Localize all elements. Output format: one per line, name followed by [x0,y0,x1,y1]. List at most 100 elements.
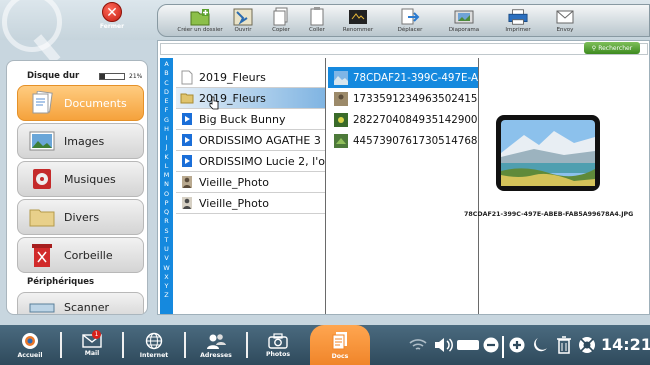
list-item[interactable]: Big Buck Bunny [176,109,326,130]
alphabet-letter[interactable]: P [165,199,169,208]
list-item[interactable]: 2019_Fleurs [176,67,326,88]
close-icon: ✕ [102,2,122,22]
taskbar-home[interactable]: Accueil [0,325,60,365]
alphabet-letter[interactable]: K [164,153,168,162]
clock: 14:21 [601,335,650,354]
sidebar-item-label: Documents [64,96,127,110]
list-item[interactable]: ORDISSIMO AGATHE 3 [176,130,326,151]
file-name: Big Buck Bunny [199,112,286,126]
sidebar-item-images[interactable]: Images [17,123,144,159]
list-item[interactable]: ORDISSIMO Lucie 2, l'o [176,151,326,172]
alphabet-letter[interactable]: H [164,125,169,134]
create-folder-label: Créer un dossier [177,27,223,33]
alphabet-letter[interactable]: Q [164,208,169,217]
taskbar-label: Photos [265,350,291,358]
taskbar-mail[interactable]: 1 Mail [62,325,122,365]
alphabet-letter[interactable]: D [164,88,169,97]
taskbar-contacts[interactable]: Adresses [186,325,246,365]
alphabet-letter[interactable]: X [164,273,168,282]
sidebar-item-misc[interactable]: Divers [17,199,144,235]
zoom-in-icon[interactable] [508,336,526,354]
send-button[interactable]: Envoy [550,5,580,38]
slideshow-button[interactable]: Diaporama [444,5,484,38]
list-item[interactable]: 44573907617305147681 [328,130,478,151]
create-folder-button[interactable]: Créer un dossier [172,5,228,38]
alphabet-letter[interactable]: E [164,97,168,106]
moon-icon[interactable] [532,336,550,354]
list-item-selected[interactable]: 78CDAF21-399C-497E-ABEB [328,67,478,88]
paste-icon [307,7,327,26]
alphabet-letter[interactable]: C [164,79,168,88]
open-button[interactable]: Ouvrir [228,5,258,38]
alphabet-letter[interactable]: M [164,171,170,180]
alphabet-letter[interactable]: N [164,180,169,189]
sidebar-item-label: Corbeille [64,248,113,262]
alphabet-letter[interactable]: F [165,106,169,115]
copy-button[interactable]: Copier [266,5,296,38]
alphabet-letter[interactable]: S [164,227,168,236]
file-name: 28227040849351429002 [353,113,478,126]
sidebar-item-label: Musiques [64,172,116,186]
taskbar-docs[interactable]: Docs [310,325,370,365]
taskbar: Accueil 1 Mail Internet Adresses Photos … [0,325,650,365]
send-icon [555,7,575,26]
video-icon [180,153,194,169]
taskbar-label: Accueil [17,351,43,359]
move-button[interactable]: Déplacer [390,5,430,38]
contacts-icon [207,333,226,349]
sidebar-item-music[interactable]: Musiques [17,161,144,197]
images-icon [28,128,56,154]
taskbar-internet[interactable]: Internet [124,325,184,365]
column-divider [325,58,326,314]
list-item[interactable]: 17335912349635024150 [328,88,478,109]
folder-icon [28,204,56,230]
print-icon [508,7,528,26]
paste-button[interactable]: Coller [302,5,332,38]
volume-icon[interactable] [434,336,454,354]
sidebar-item-documents[interactable]: Documents [17,85,144,121]
alphabet-letter[interactable]: I [166,134,168,143]
print-label: Imprimer [505,27,531,33]
photo-icon [180,195,194,211]
alphabet-letter[interactable]: V [164,254,168,263]
list-item-selected[interactable]: 2019_Fleurs [176,88,326,110]
taskbar-photos[interactable]: Photos [248,325,308,365]
rename-label: Renommer [342,27,374,33]
trash-icon[interactable] [555,336,573,354]
camera-icon [268,332,288,349]
list-item[interactable]: Vieille_Photo [176,193,326,214]
alphabet-letter[interactable]: L [165,162,169,171]
alphabet-letter[interactable]: W [163,264,169,273]
alphabet-letter[interactable]: U [164,245,169,254]
help-icon[interactable] [578,336,596,354]
rename-button[interactable]: Renommer [338,5,378,38]
wifi-icon[interactable] [408,336,428,354]
sidebar-item-scanner[interactable]: Scanner [17,292,144,314]
alphabet-letter[interactable]: J [166,143,168,152]
alphabet-letter[interactable]: A [164,60,168,69]
copy-label: Copier [272,27,290,33]
alphabet-letter[interactable]: R [164,217,168,226]
alphabet-letter[interactable]: Z [164,291,168,300]
list-item[interactable]: Vieille_Photo [176,172,326,193]
disk-usage-percent: 21% [129,73,143,80]
image-thumbnail-icon [334,133,348,148]
close-button[interactable]: ✕ Fermer [98,2,126,36]
peripherals-title: Périphériques [27,277,95,287]
sidebar-item-trash[interactable]: Corbeille [17,237,144,273]
alphabet-letter[interactable]: B [164,69,168,78]
list-item[interactable]: 28227040849351429002 [328,109,478,130]
search-button[interactable]: ⚲ Rechercher [584,42,640,54]
volume-down-icon[interactable] [482,336,500,354]
alphabet-letter[interactable]: O [164,190,169,199]
file-browser: ⚲ Rechercher ABCDEFGHIJKLMNOPQRSTUVWXYZ … [157,40,650,315]
alphabet-letter[interactable]: G [164,116,169,125]
alphabet-letter[interactable]: T [165,236,169,245]
print-button[interactable]: Imprimer [498,5,538,38]
music-icon [28,166,56,192]
folder-icon [180,90,194,106]
search-input[interactable] [160,43,648,55]
volume-slider[interactable] [456,336,480,354]
image-thumbnail-icon [334,91,348,106]
alphabet-letter[interactable]: Y [165,282,169,291]
